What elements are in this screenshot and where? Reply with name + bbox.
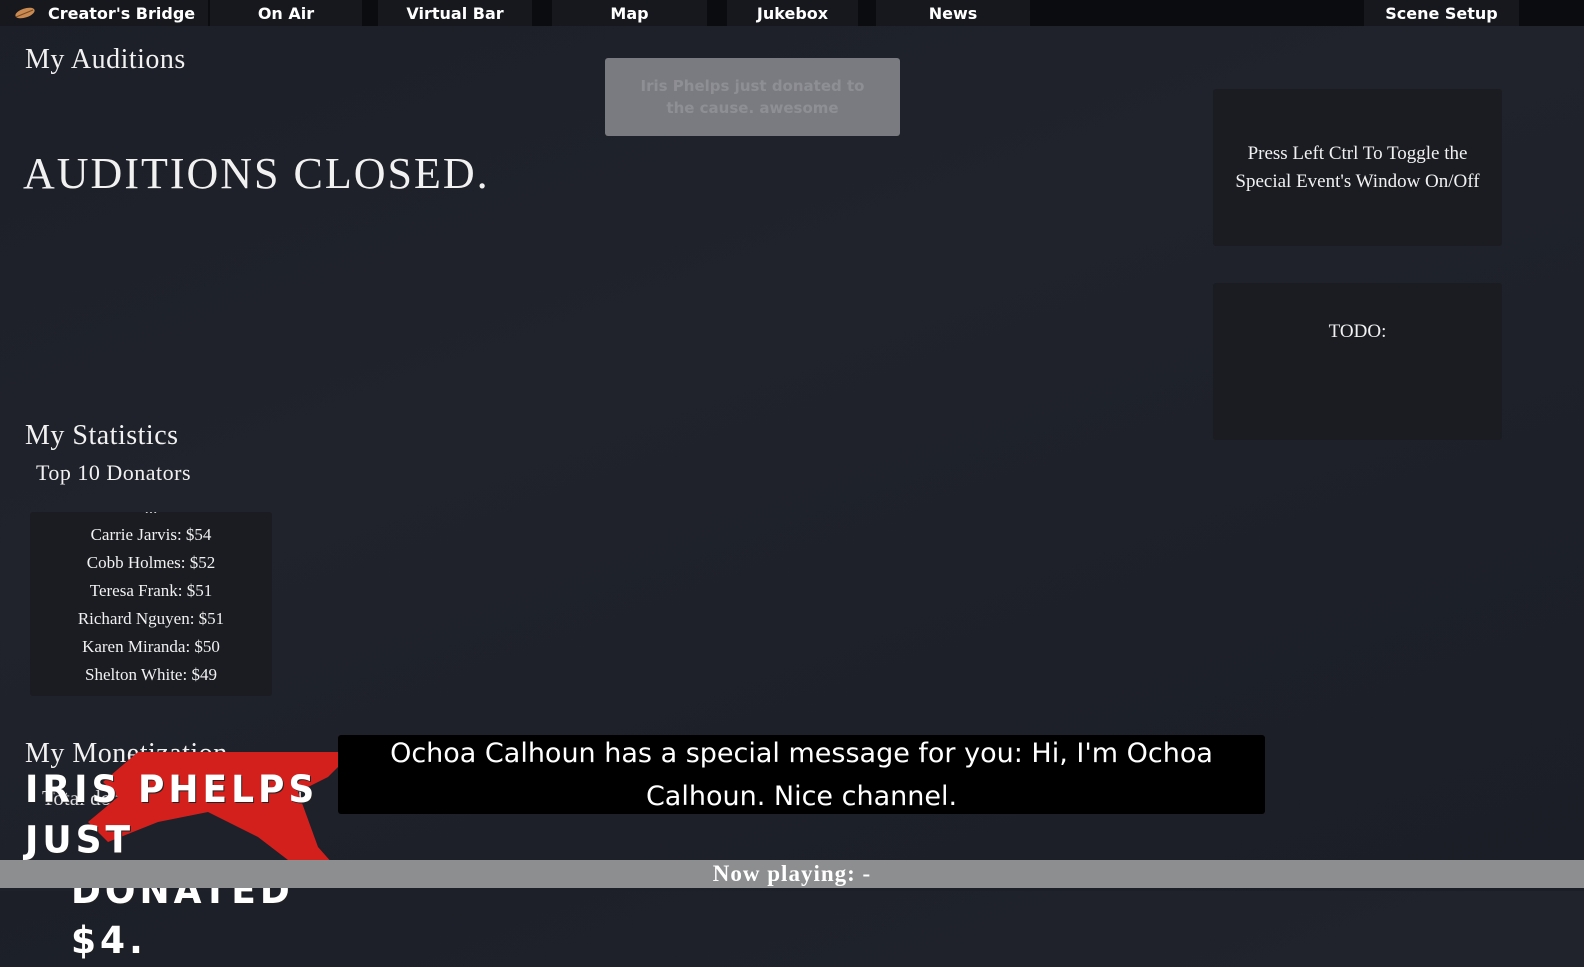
donator-entry: Carrie Jarvis: $54 [90, 525, 212, 544]
nav-tab-scene-setup[interactable]: Scene Setup [1364, 0, 1519, 26]
statistics-heading: My Statistics [25, 420, 179, 451]
donator-entry: Richard Nguyen: $51 [77, 609, 225, 628]
nav-tab-jukebox[interactable]: Jukebox [727, 0, 858, 26]
special-message-subtitle: Ochoa Calhoun has a special message for … [338, 735, 1265, 814]
todo-label: TODO: [1328, 321, 1387, 342]
donator-partial-entry: ... [30, 512, 272, 518]
todo-panel: TODO: [1213, 283, 1502, 440]
top-nav-bar: Creator's Bridge On Air Virtual Bar Map … [0, 0, 1584, 26]
donator-entry: Karen Miranda: $50 [82, 637, 220, 656]
nav-tab-news[interactable]: News [876, 0, 1030, 26]
nav-tab-on-air[interactable]: On Air [210, 0, 362, 26]
nav-tab-creators-bridge[interactable]: Creator's Bridge [0, 0, 208, 26]
auditions-heading: My Auditions [25, 44, 186, 75]
top-donators-heading: Top 10 Donators [36, 460, 192, 485]
special-event-help-panel: Press Left Ctrl To Toggle the Special Ev… [1213, 89, 1502, 246]
donator-entry: Shelton White: $49 [85, 665, 217, 684]
donator-entry: Cobb Holmes: $52 [86, 553, 216, 572]
auditions-status: AUDITIONS CLOSED. [23, 149, 490, 198]
donator-entry: Teresa Frank: $51 [89, 581, 213, 600]
nav-tab-virtual-bar[interactable]: Virtual Bar [378, 0, 532, 26]
donation-toast-text: Iris Phelps just donated to the cause. a… [640, 77, 865, 117]
now-playing-bar: Now playing: - [0, 860, 1584, 888]
special-message-text: Ochoa Calhoun has a special message for … [390, 737, 1213, 812]
nav-tab-map[interactable]: Map [552, 0, 707, 26]
donation-toast: Iris Phelps just donated to the cause. a… [605, 58, 900, 136]
top-donators-list[interactable]: ... Carrie Jarvis: $54 Cobb Holmes: $52 … [30, 512, 272, 696]
donation-alert-line1: Iris Phelps just [25, 768, 319, 862]
special-event-help-text: Press Left Ctrl To Toggle the Special Ev… [1235, 142, 1480, 192]
feather-icon [15, 7, 35, 19]
nav-brand-label: Creator's Bridge [48, 3, 196, 23]
